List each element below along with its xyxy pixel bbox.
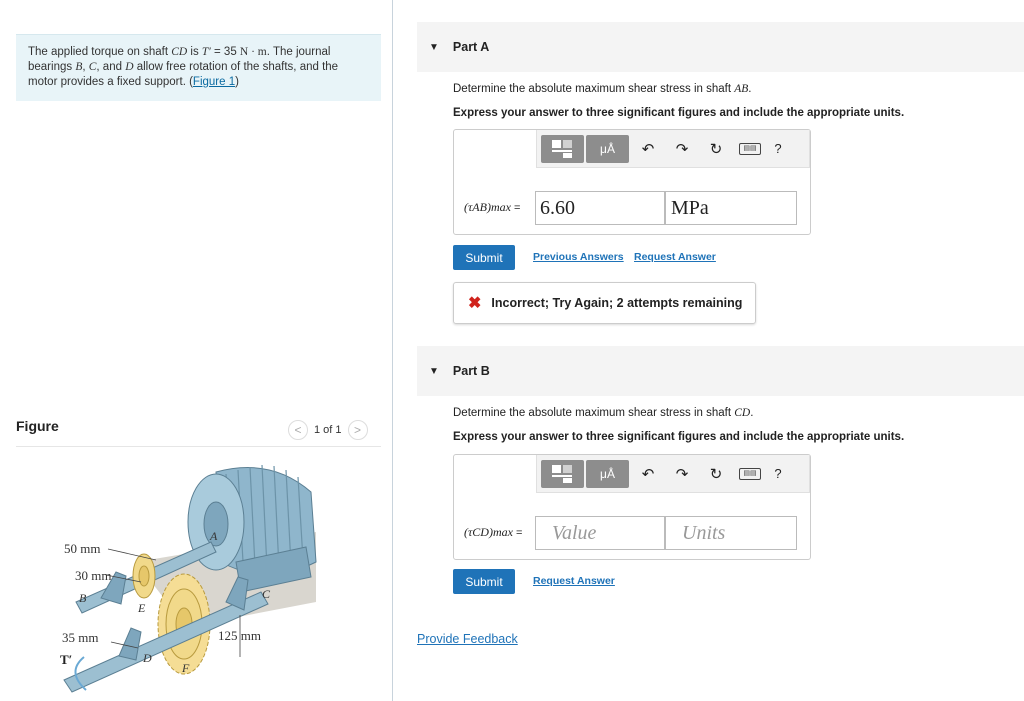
equals-sign: = [512,527,523,539]
label-e: E [137,601,146,615]
figure-pager: < 1 of 1 > [288,420,368,440]
part-b-title: Part B [452,364,490,378]
undo-icon[interactable]: ↶ [631,465,665,483]
problem-text: The applied torque on shaft [28,46,172,58]
problem-text: is [187,46,202,58]
figure-link[interactable]: Figure 1 [193,76,235,88]
dim-50mm: 50 mm [64,541,100,556]
symbols-icon[interactable]: μÅ [586,459,629,488]
dim-35mm: 35 mm [62,630,98,645]
column-divider [392,0,393,701]
part-a-value-input[interactable]: 6.60 [535,191,665,225]
part-b-units-input[interactable]: Units [665,516,797,550]
question-text: Determine the absolute maximum shear str… [453,407,735,419]
part-b-question: Determine the absolute maximum shear str… [453,407,753,419]
dim-30mm: 30 mm [75,568,111,583]
part-b-instruction: Express your answer to three significant… [453,431,905,443]
redo-icon[interactable]: ↷ [665,465,699,483]
dim-125mm: 125 mm [218,628,261,643]
part-b-submit-button[interactable]: Submit [453,569,515,594]
previous-answers-link[interactable]: Previous Answers [533,251,624,263]
problem-statement: The applied torque on shaft CD is T′ = 3… [16,34,381,101]
part-a-header[interactable]: ▼ Part A [417,22,1024,72]
figure-title: Figure [16,418,59,434]
provide-feedback-link[interactable]: Provide Feedback [417,632,518,646]
math-toolbar: μÅ ↶ ↷ ↻ ▤▤ ? [536,130,810,168]
figure-next-button[interactable]: > [347,420,368,440]
keyboard-icon[interactable]: ▤▤ [739,142,761,155]
question-text: . [748,83,752,95]
problem-text: , and [96,61,126,73]
figure-divider [16,446,381,447]
redo-icon[interactable]: ↷ [665,140,699,158]
part-a-title: Part A [452,40,490,54]
question-text: . [750,407,754,419]
templates-icon[interactable] [541,134,584,163]
question-symbol: CD [734,407,751,419]
part-a-question: Determine the absolute maximum shear str… [453,83,752,95]
label-a: A [209,529,218,543]
figure-prev-button[interactable]: < [288,420,308,440]
small-gear [132,553,156,599]
label-torque: T′ [60,652,72,667]
symbol-cd: CD [171,46,188,58]
part-a-instruction: Express your answer to three significant… [453,107,905,119]
reset-icon[interactable]: ↻ [699,140,733,158]
collapse-triangle-icon: ▼ [429,41,439,53]
incorrect-x-icon: ✖ [468,295,482,312]
help-icon[interactable]: ? [761,141,795,156]
problem-text: ) [235,76,239,88]
label-d: D [142,651,152,665]
keyboard-icon[interactable]: ▤▤ [739,467,761,480]
part-a-answer-box: μÅ ↶ ↷ ↻ ▤▤ ? (τAB)max = 6.60 MPa [453,129,811,235]
part-a-answer-label: (τAB)max = [464,200,520,215]
symbol-d: D [125,61,134,73]
question-text: Determine the absolute maximum shear str… [453,83,735,95]
feedback-text: Incorrect; Try Again; 2 attempts remaini… [491,296,743,310]
answer-symbol: (τAB)max [464,200,511,214]
question-symbol: AB [734,83,749,95]
part-a-feedback: ✖ Incorrect; Try Again; 2 attempts remai… [453,282,756,324]
templates-icon[interactable] [541,459,584,488]
help-icon[interactable]: ? [761,466,795,481]
part-b-answer-label: (τCD)max = [464,525,522,540]
collapse-triangle-icon: ▼ [429,365,439,377]
answer-symbol: (τCD)max [464,525,513,539]
reset-icon[interactable]: ↻ [699,465,733,483]
symbol-t-prime: T′ [201,46,211,58]
label-c: C [262,587,271,601]
part-a-units-input[interactable]: MPa [665,191,797,225]
part-b-value-input[interactable]: Value [535,516,665,550]
symbols-icon[interactable]: μÅ [586,134,629,163]
part-b-answer-box: μÅ ↶ ↷ ↻ ▤▤ ? (τCD)max = Value Units [453,454,811,560]
part-a-request-answer-link[interactable]: Request Answer [634,251,716,263]
equals-sign: = [510,202,521,214]
symbol-unit: N · m [239,46,267,58]
shaft-gear-motor-figure: 50 mm 30 mm 35 mm 125 mm A B C D E F T′ [60,464,317,693]
part-b-header[interactable]: ▼ Part B [417,346,1024,396]
label-b: B [79,591,87,605]
part-b-request-answer-link[interactable]: Request Answer [533,575,615,587]
figure-page-count: 1 of 1 [314,424,342,436]
part-a-submit-button[interactable]: Submit [453,245,515,270]
label-f: F [181,661,190,675]
problem-text: = 35 [210,46,240,58]
math-toolbar: μÅ ↶ ↷ ↻ ▤▤ ? [536,455,810,493]
undo-icon[interactable]: ↶ [631,140,665,158]
